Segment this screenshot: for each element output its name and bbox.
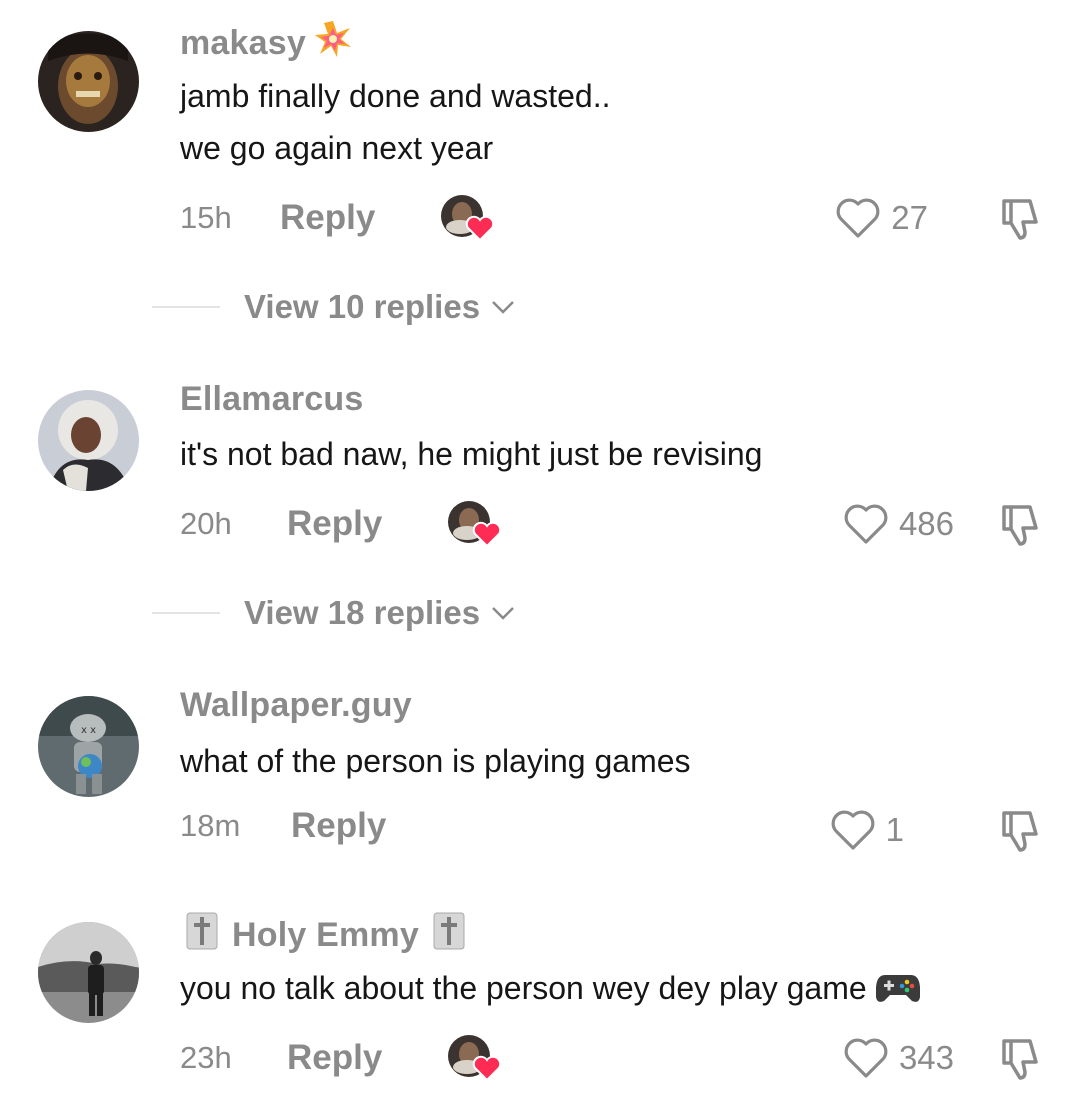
like-button[interactable]: 486 [843, 502, 954, 546]
view-replies[interactable]: View 18 replies [152, 594, 516, 632]
divider [152, 612, 220, 614]
heart-icon [831, 810, 875, 850]
like-count: 27 [891, 199, 928, 236]
view-replies-label: View 10 replies [244, 288, 481, 325]
like-button[interactable]: 1 [830, 808, 904, 852]
video-game-icon [875, 971, 921, 1005]
thumbs-down-icon [1002, 199, 1038, 240]
username[interactable]: Ellamarcus [180, 380, 363, 419]
comment-meta: 15h Reply [180, 194, 500, 242]
creator-liked-avatar [447, 500, 507, 548]
heart-badge-icon [465, 215, 495, 242]
dislike-button[interactable] [996, 808, 1044, 859]
reply-button[interactable]: Reply [291, 806, 451, 846]
dislike-button[interactable] [996, 502, 1044, 553]
thumbs-down-icon [1002, 505, 1038, 546]
avatar[interactable] [38, 31, 139, 132]
avatar[interactable]: x x [38, 696, 139, 797]
username-text: Holy Emmy [232, 916, 419, 954]
like-button[interactable]: 27 [835, 196, 928, 240]
username[interactable]: Holy Emmy [186, 912, 465, 959]
thumbs-down-icon [1002, 1039, 1038, 1080]
comment-meta: 20h Reply [180, 500, 507, 548]
chevron-down-icon [492, 607, 514, 620]
heart-badge-icon [472, 521, 502, 548]
username[interactable]: makasy [180, 20, 352, 67]
username-text: makasy [180, 24, 306, 62]
thumbs-down-icon [1002, 811, 1038, 852]
view-replies[interactable]: View 10 replies [152, 288, 516, 326]
timestamp: 23h [180, 1040, 232, 1075]
creator-liked-avatar [447, 1034, 507, 1082]
cross-icon [433, 912, 465, 959]
chevron-down-icon [492, 301, 514, 314]
username[interactable]: Wallpaper.guy [180, 686, 412, 725]
comment-line: jamb finally done and wasted.. [180, 78, 611, 114]
like-button[interactable]: 343 [843, 1036, 954, 1080]
like-count: 486 [898, 505, 954, 542]
avatar[interactable] [38, 390, 139, 491]
divider [152, 306, 220, 308]
explosion-icon [314, 20, 352, 67]
dislike-button[interactable] [996, 196, 1044, 247]
comment-meta: 18m Reply [180, 806, 451, 846]
avatar[interactable] [38, 922, 139, 1023]
heart-icon [836, 198, 880, 238]
comment-line: we go again next year [180, 130, 494, 166]
comment-line: you no talk about the person wey dey pla… [180, 970, 867, 1006]
heart-icon [844, 1038, 888, 1078]
comment-text: what of the person is playing games [180, 735, 691, 787]
cross-icon [186, 912, 218, 959]
comment-meta: 23h Reply [180, 1034, 507, 1082]
comment-text: jamb finally done and wasted.. we go aga… [180, 70, 610, 174]
timestamp: 20h [180, 506, 232, 541]
view-replies-label: View 18 replies [244, 594, 481, 631]
like-count: 1 [885, 811, 904, 848]
reply-button[interactable]: Reply [287, 504, 447, 544]
timestamp: 15h [180, 200, 232, 235]
comment-line: what of the person is playing games [180, 743, 691, 779]
heart-badge-icon [472, 1055, 502, 1082]
like-count: 343 [898, 1039, 954, 1076]
svg-text:x x: x x [81, 725, 96, 736]
comment-text: it's not bad naw, he might just be revis… [180, 428, 762, 480]
timestamp: 18m [180, 808, 241, 843]
reply-button[interactable]: Reply [280, 198, 440, 238]
heart-icon [844, 504, 888, 544]
comment-line: it's not bad naw, he might just be revis… [180, 436, 763, 472]
comment-text: you no talk about the person wey dey pla… [180, 962, 921, 1014]
creator-liked-avatar [440, 194, 500, 242]
reply-button[interactable]: Reply [287, 1038, 447, 1078]
dislike-button[interactable] [996, 1036, 1044, 1087]
